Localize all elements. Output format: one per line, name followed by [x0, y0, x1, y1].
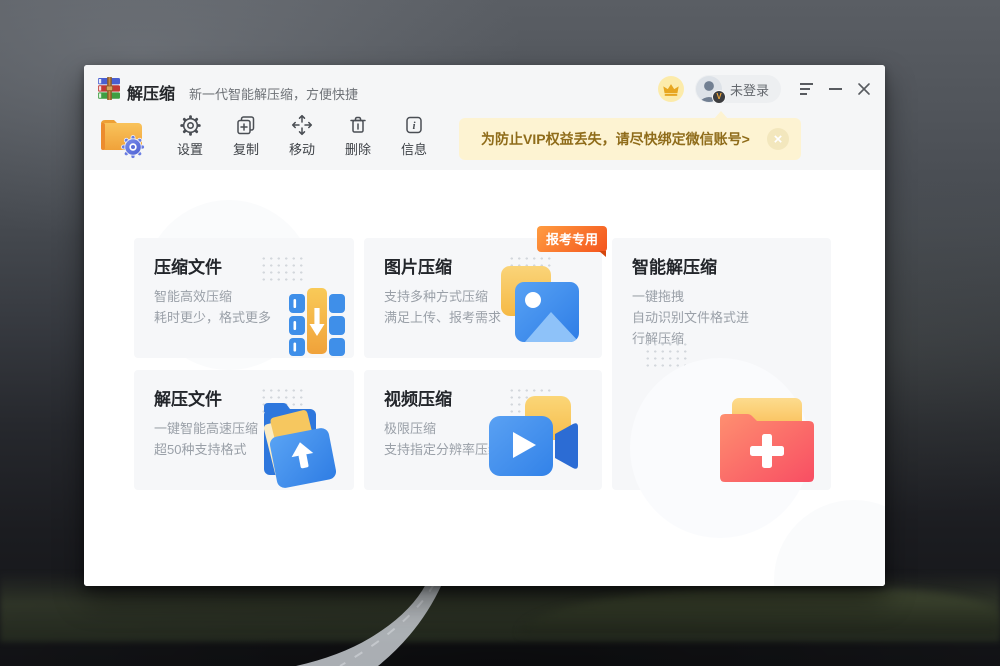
card-decompress-file[interactable]: 解压文件 一键智能高速压缩 超50种支持格式 [134, 370, 354, 490]
login-status-label: 未登录 [730, 80, 769, 99]
deco-circle [774, 500, 885, 586]
folder-settings-icon[interactable] [98, 112, 148, 160]
settings-button[interactable]: 设置 [162, 112, 218, 158]
image-icon [487, 266, 587, 356]
copy-button[interactable]: 复制 [218, 112, 274, 158]
avatar: V [696, 76, 722, 102]
vip-bind-banner: 为防止VIP权益丢失，请尽快绑定微信账号> × [459, 118, 801, 160]
header-right-controls: V 未登录 [658, 75, 871, 103]
card-video-compress[interactable]: 视频压缩 极限压缩 支持指定分辨率压缩 [364, 370, 602, 490]
card-desc: 自动识别文件格式进 [632, 307, 831, 328]
folder-up-icon [254, 396, 348, 490]
card-title: 压缩文件 [154, 253, 354, 278]
title-row: 解压缩 新一代智能解压缩，方便快捷 [127, 80, 358, 104]
vip-v-badge: V [712, 90, 726, 104]
card-smart-decompress[interactable]: 智能解压缩 一键拖拽 自动识别文件格式进 行解压缩 [612, 238, 831, 490]
info-icon: i [403, 112, 425, 138]
copy-icon [235, 112, 257, 138]
trash-icon [347, 112, 369, 138]
card-image-compress[interactable]: 报考专用 图片压缩 支持多种方式压缩 满足上传、报考需求 [364, 238, 602, 358]
window-header: 解压缩 新一代智能解压缩，方便快捷 [84, 65, 885, 170]
main-content: 压缩文件 智能高效压缩 耗时更少，格式更多 [84, 170, 885, 586]
svg-text:i: i [412, 120, 416, 132]
toolbar: 设置 复制 [98, 112, 442, 160]
user-account-button[interactable]: V 未登录 [695, 75, 781, 103]
card-badge: 报考专用 [537, 226, 607, 252]
info-button[interactable]: i 信息 [386, 112, 442, 158]
minimize-icon[interactable] [829, 88, 842, 90]
settings-label: 设置 [177, 139, 203, 158]
dots-decoration [644, 341, 690, 368]
vip-crown-button[interactable] [658, 76, 684, 102]
app-window: 解压缩 新一代智能解压缩，方便快捷 [84, 65, 885, 586]
app-logo-icon [97, 77, 122, 100]
app-subtitle: 新一代智能解压缩，方便快捷 [189, 84, 358, 103]
move-label: 移动 [289, 139, 315, 158]
app-title: 解压缩 [127, 80, 175, 104]
delete-button[interactable]: 删除 [330, 112, 386, 158]
gear-icon [179, 112, 202, 138]
compress-icon [287, 278, 347, 356]
banner-close-icon[interactable]: × [767, 128, 789, 150]
close-icon[interactable] [857, 82, 871, 96]
card-desc: 一键拖拽 [632, 286, 831, 307]
crown-icon [658, 76, 684, 102]
info-label: 信息 [401, 139, 427, 158]
window-controls [800, 82, 871, 96]
card-title: 智能解压缩 [632, 253, 831, 278]
delete-label: 删除 [345, 139, 371, 158]
card-compress-file[interactable]: 压缩文件 智能高效压缩 耗时更少，格式更多 [134, 238, 354, 358]
move-button[interactable]: 移动 [274, 112, 330, 158]
folder-plus-icon [716, 396, 818, 486]
move-icon [290, 112, 314, 138]
road-graphic [250, 580, 470, 666]
copy-label: 复制 [233, 139, 259, 158]
menu-icon[interactable] [800, 83, 814, 95]
banner-text[interactable]: 为防止VIP权益丢失，请尽快绑定微信账号> [481, 129, 750, 149]
video-icon [481, 394, 586, 489]
